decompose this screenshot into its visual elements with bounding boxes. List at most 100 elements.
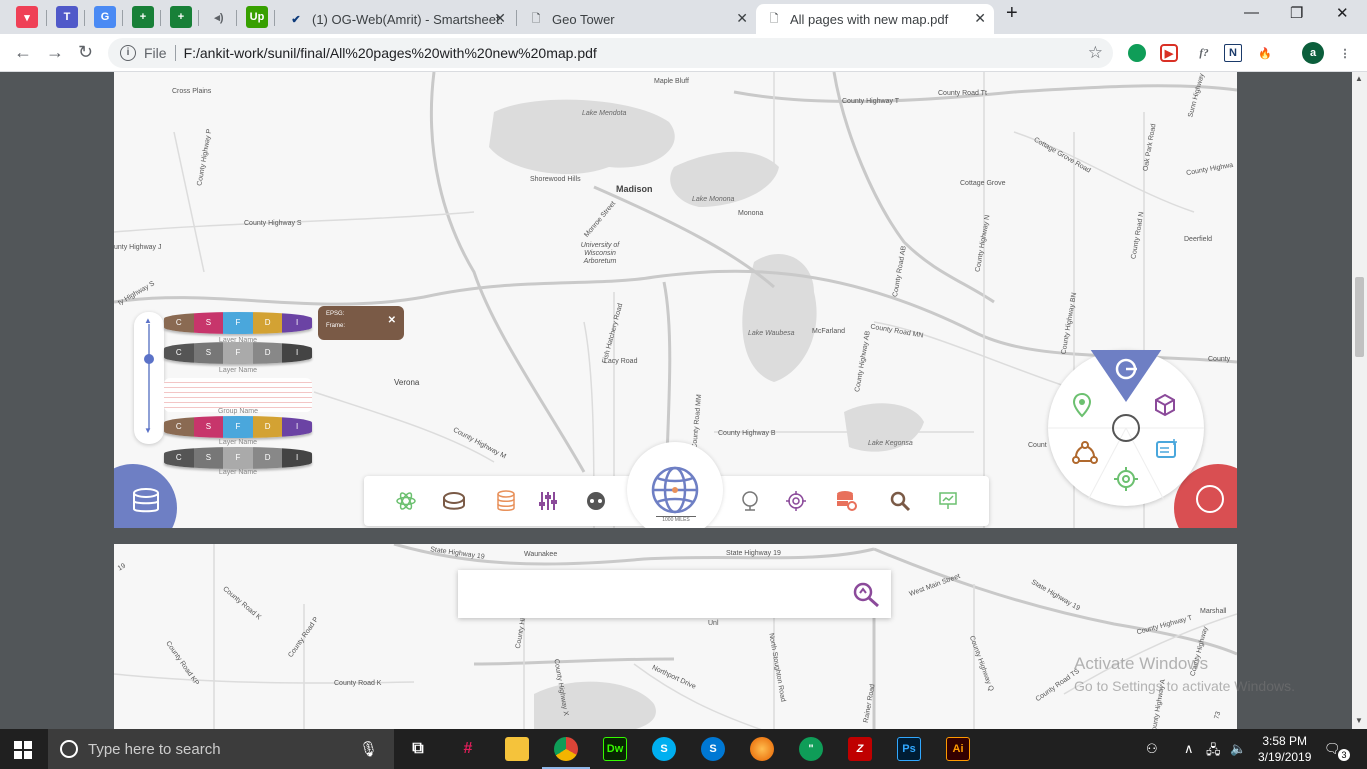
add-note-icon[interactable] bbox=[1154, 438, 1180, 464]
volume-icon[interactable]: 🔈 bbox=[1230, 741, 1246, 757]
layer-letter[interactable]: I bbox=[282, 416, 312, 438]
presentation-chart-icon[interactable] bbox=[936, 489, 960, 513]
back-button[interactable]: ← bbox=[14, 42, 32, 63]
hangouts-icon[interactable]: " bbox=[799, 737, 823, 761]
microphone-icon[interactable]: 🎙 bbox=[359, 740, 378, 758]
layer-letter[interactable]: C bbox=[164, 447, 194, 469]
illustrator-icon[interactable]: Ai bbox=[946, 737, 970, 761]
layer-disk[interactable]: C S F D I bbox=[164, 447, 312, 469]
clock[interactable]: 3:58 PM 3/19/2019 bbox=[1258, 733, 1311, 765]
viewer-scrollbar[interactable]: ▲ ▼ bbox=[1352, 72, 1367, 729]
pinned-tab-sheets-1[interactable]: + bbox=[132, 6, 154, 28]
layer-letter[interactable]: F bbox=[223, 416, 253, 438]
skype-icon[interactable]: S bbox=[652, 737, 676, 761]
new-tab-button[interactable]: + bbox=[1006, 2, 1018, 25]
map-search-box[interactable] bbox=[458, 570, 891, 618]
world-stand-icon[interactable] bbox=[738, 489, 762, 513]
start-button[interactable] bbox=[14, 741, 32, 764]
extension-fire-icon[interactable]: 🔥 bbox=[1256, 44, 1274, 62]
layer-letter[interactable]: S bbox=[193, 312, 224, 334]
layer-letter[interactable]: F bbox=[223, 342, 253, 364]
scroll-up-icon[interactable]: ▲ bbox=[1355, 74, 1363, 83]
location-pin-icon[interactable] bbox=[1072, 392, 1098, 418]
tab-smartsheet[interactable]: ✔ (1) OG-Web(Amrit) - Smartsheet. ✕ bbox=[278, 4, 514, 34]
minimize-button[interactable]: — bbox=[1244, 4, 1259, 21]
extension-red-icon[interactable]: ▶ bbox=[1160, 44, 1178, 62]
info-icon[interactable]: i bbox=[120, 45, 136, 61]
layer-letter[interactable]: S bbox=[193, 416, 224, 438]
chrome-icon[interactable] bbox=[542, 737, 590, 769]
target-icon[interactable] bbox=[1113, 466, 1139, 492]
pinned-tab-sheets-2[interactable]: + bbox=[170, 6, 192, 28]
network-icon[interactable]: 🖧 bbox=[1206, 741, 1221, 763]
layer-letter[interactable]: D bbox=[252, 416, 283, 438]
firefox-icon[interactable] bbox=[750, 737, 774, 761]
layer-letter[interactable]: D bbox=[252, 342, 283, 364]
pinned-tab-upwork[interactable]: Up bbox=[246, 6, 268, 28]
search-icon[interactable] bbox=[851, 580, 881, 613]
layer-letter[interactable]: C bbox=[164, 342, 194, 364]
layer-letter[interactable]: D bbox=[252, 312, 283, 334]
photoshop-icon[interactable]: Ps bbox=[897, 737, 921, 761]
layer-letter[interactable]: D bbox=[252, 447, 283, 469]
pinned-tab-translate[interactable]: G bbox=[94, 6, 116, 28]
storage-icon[interactable] bbox=[494, 489, 518, 513]
address-bar[interactable]: i File F:/ankit-work/sunil/final/All%20p… bbox=[108, 38, 1113, 68]
close-icon[interactable]: ✕ bbox=[494, 10, 506, 27]
tape-measure-icon[interactable] bbox=[442, 489, 466, 513]
tab-geo-tower[interactable]: 🗋 Geo Tower ✕ bbox=[518, 4, 756, 34]
gamepad-icon[interactable] bbox=[584, 489, 608, 513]
scroll-thumb[interactable] bbox=[1355, 277, 1364, 357]
profile-avatar[interactable]: a bbox=[1302, 42, 1324, 64]
layer-letter[interactable]: I bbox=[282, 312, 312, 334]
people-icon[interactable]: ⚇ bbox=[1146, 741, 1158, 757]
close-window-button[interactable]: ✕ bbox=[1336, 4, 1349, 22]
center-ring-icon[interactable] bbox=[1112, 414, 1140, 442]
reload-button[interactable]: ↻ bbox=[78, 42, 93, 63]
layer-letter[interactable]: I bbox=[282, 447, 312, 469]
layer-letter[interactable]: C bbox=[164, 312, 194, 334]
layer-letter[interactable]: F bbox=[223, 312, 253, 334]
chevron-down-icon[interactable]: ▼ bbox=[144, 426, 152, 435]
search-zoom-icon[interactable] bbox=[888, 489, 912, 513]
pinned-tab-teams[interactable]: T bbox=[56, 6, 78, 28]
network-icon[interactable] bbox=[1072, 440, 1098, 466]
file-explorer-icon[interactable] bbox=[505, 737, 529, 761]
close-icon[interactable]: ✕ bbox=[736, 10, 748, 27]
layer-disk[interactable]: C S F D I bbox=[164, 416, 312, 438]
pinned-tab-audio[interactable]: ◂) bbox=[208, 6, 230, 28]
url-text[interactable]: F:/ankit-work/sunil/final/All%20pages%20… bbox=[184, 45, 597, 61]
maximize-button[interactable]: ❐ bbox=[1290, 4, 1303, 22]
dreamweaver-icon[interactable]: Dw bbox=[603, 737, 627, 761]
crosshair-icon[interactable] bbox=[784, 489, 808, 513]
cube-icon[interactable] bbox=[1152, 392, 1178, 418]
filezilla-icon[interactable]: Z bbox=[848, 737, 872, 761]
layer-letter[interactable]: I bbox=[282, 342, 312, 364]
chevron-up-icon[interactable]: ∧ bbox=[1184, 741, 1194, 757]
scroll-down-icon[interactable]: ▼ bbox=[1355, 716, 1363, 725]
task-view-icon[interactable]: ⧉ bbox=[406, 737, 430, 761]
close-icon[interactable]: ✕ bbox=[974, 10, 986, 27]
extension-green-icon[interactable] bbox=[1128, 44, 1146, 62]
layer-letter[interactable]: C bbox=[164, 416, 194, 438]
pdf-viewer[interactable]: Cross Plains Maple Bluff County Highway … bbox=[0, 72, 1352, 729]
extension-formula-icon[interactable]: f? bbox=[1192, 44, 1216, 62]
slack-icon[interactable]: # bbox=[456, 737, 480, 761]
pinned-tab-pocket[interactable]: ▾ bbox=[16, 6, 38, 28]
skype-business-icon[interactable]: S bbox=[701, 737, 725, 761]
tab-pdf[interactable]: 🗋 All pages with new map.pdf ✕ bbox=[756, 4, 994, 34]
globe-button[interactable]: 1000 MILES bbox=[627, 442, 723, 528]
taskbar-search[interactable]: Type here to search 🎙 bbox=[48, 729, 394, 769]
layer-letter[interactable]: S bbox=[193, 447, 224, 469]
close-icon[interactable]: ✕ bbox=[388, 315, 396, 326]
extension-n-icon[interactable]: N bbox=[1224, 44, 1242, 62]
layer-letter[interactable]: F bbox=[223, 447, 253, 469]
browser-menu-icon[interactable]: ⋮ bbox=[1336, 44, 1354, 62]
layer-disk[interactable]: C S F D I bbox=[164, 312, 312, 334]
slider-knob[interactable] bbox=[144, 354, 154, 364]
bookmark-star-icon[interactable]: ☆ bbox=[1088, 43, 1103, 63]
database-settings-icon[interactable] bbox=[834, 489, 858, 513]
atom-icon[interactable] bbox=[394, 489, 418, 513]
layer-disk[interactable]: C S F D I bbox=[164, 342, 312, 364]
forward-button[interactable]: → bbox=[46, 42, 64, 63]
